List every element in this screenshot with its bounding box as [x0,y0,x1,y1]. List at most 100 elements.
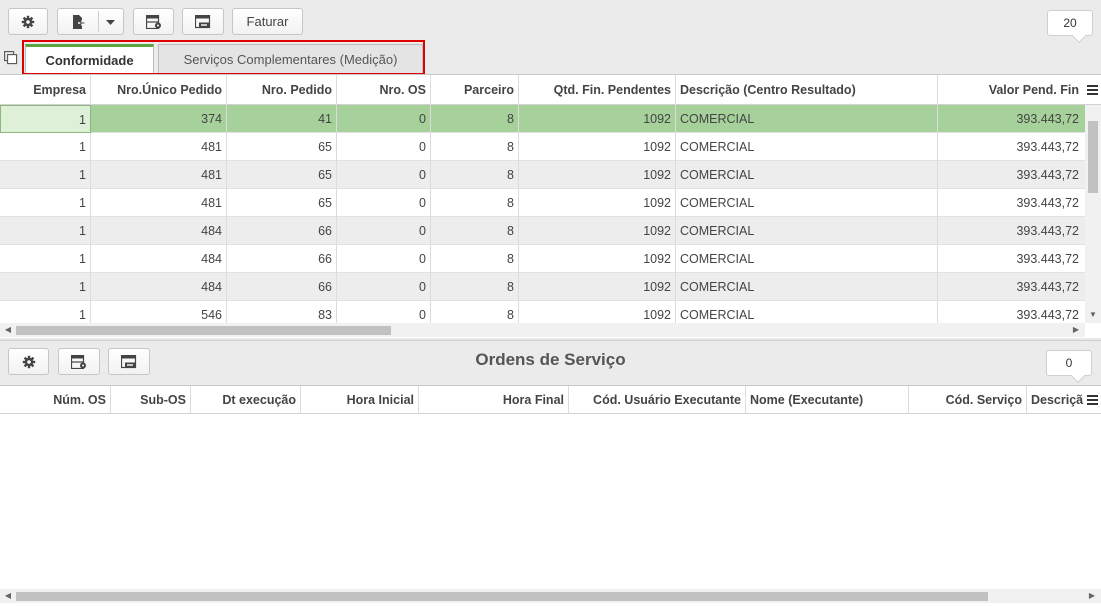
cell-nro-pedido[interactable]: 65 [227,189,337,217]
cell-nro-pedido[interactable]: 65 [227,161,337,189]
table-row[interactable]: 1 481 65 0 8 1092 COMERCIAL 393.443,72 [0,161,1085,189]
col-valor-pend-fin[interactable]: Valor Pend. Fin [938,75,1083,105]
cell-empresa[interactable]: 1 [0,217,91,245]
cell-nro-pedido[interactable]: 66 [227,273,337,301]
cell-nro-unico-pedido[interactable]: 374 [91,105,227,133]
cell-qtd-fin-pendentes[interactable]: 1092 [519,245,676,273]
cell-nro-pedido[interactable]: 66 [227,217,337,245]
cell-descricao[interactable]: COMERCIAL [676,189,938,217]
cell-descricao[interactable]: COMERCIAL [676,105,938,133]
col-nro-pedido[interactable]: Nro. Pedido [227,75,337,105]
column-menu-icon[interactable] [1086,393,1100,407]
configure-grid-button[interactable] [133,8,174,35]
col-nro-unico-pedido[interactable]: Nro.Único Pedido [91,75,227,105]
cell-parceiro[interactable]: 8 [431,161,519,189]
cell-descricao[interactable]: COMERCIAL [676,217,938,245]
col-sub-os[interactable]: Sub-OS [111,386,191,414]
scroll-right-arrow-icon[interactable]: ▶ [1086,590,1098,602]
cell-parceiro[interactable]: 8 [431,245,519,273]
cell-valor-pend-fin[interactable]: 393.443,72 [938,161,1083,189]
cell-descricao[interactable]: COMERCIAL [676,161,938,189]
cell-empresa[interactable]: 1 [0,133,91,161]
horizontal-scroll-thumb[interactable] [16,592,988,601]
copy-icon[interactable] [4,51,18,65]
col-qtd-fin-pendentes[interactable]: Qtd. Fin. Pendentes [519,75,676,105]
cell-nro-unico-pedido[interactable]: 484 [91,245,227,273]
cell-qtd-fin-pendentes[interactable]: 1092 [519,189,676,217]
cell-parceiro[interactable]: 8 [431,133,519,161]
settings-button[interactable] [8,8,48,35]
cell-descricao[interactable]: COMERCIAL [676,133,938,161]
scroll-down-arrow-icon[interactable]: ▼ [1087,309,1099,321]
col-hora-inicial[interactable]: Hora Inicial [301,386,419,414]
cell-qtd-fin-pendentes[interactable]: 1092 [519,217,676,245]
col-parceiro[interactable]: Parceiro [431,75,519,105]
cell-empresa[interactable]: 1 [0,273,91,301]
col-nro-os[interactable]: Nro. OS [337,75,431,105]
col-hora-final[interactable]: Hora Final [419,386,569,414]
cell-nro-os[interactable]: 0 [337,161,431,189]
cell-parceiro[interactable]: 8 [431,217,519,245]
col-cod-usuario-executante[interactable]: Cód. Usuário Executante [569,386,746,414]
cell-nro-os[interactable]: 0 [337,217,431,245]
table-row[interactable]: 1 484 66 0 8 1092 COMERCIAL 393.443,72 [0,245,1085,273]
cell-nro-os[interactable]: 0 [337,273,431,301]
cell-valor-pend-fin[interactable]: 393.443,72 [938,105,1083,133]
cell-nro-os[interactable]: 0 [337,189,431,217]
cell-nro-unico-pedido[interactable]: 484 [91,217,227,245]
scroll-left-arrow-icon[interactable]: ◀ [2,590,14,602]
cell-nro-os[interactable]: 0 [337,133,431,161]
scroll-right-arrow-icon[interactable]: ▶ [1070,324,1082,336]
cell-nro-os[interactable]: 0 [337,245,431,273]
cell-empresa[interactable]: 1 [0,161,91,189]
col-cod-servico[interactable]: Cód. Serviço [909,386,1027,414]
cell-nro-unico-pedido[interactable]: 481 [91,161,227,189]
cell-nro-os[interactable]: 0 [337,105,431,133]
cell-descricao[interactable]: COMERCIAL [676,273,938,301]
cell-valor-pend-fin[interactable]: 393.443,72 [938,245,1083,273]
cell-qtd-fin-pendentes[interactable]: 1092 [519,133,676,161]
cell-empresa[interactable]: 1 [0,245,91,273]
table-row[interactable]: 1 484 66 0 8 1092 COMERCIAL 393.443,72 [0,273,1085,301]
cell-nro-pedido[interactable]: 65 [227,133,337,161]
cell-qtd-fin-pendentes[interactable]: 1092 [519,161,676,189]
column-menu-icon[interactable] [1086,83,1100,97]
col-empresa[interactable]: Empresa [0,75,91,105]
vertical-scroll-thumb[interactable] [1088,121,1098,193]
col-dt-execucao[interactable]: Dt execução [191,386,301,414]
remove-grid-button[interactable] [182,8,224,35]
cell-valor-pend-fin[interactable]: 393.443,72 [938,217,1083,245]
col-descricao[interactable]: Descriçã [1027,386,1085,414]
cell-nro-unico-pedido[interactable]: 484 [91,273,227,301]
table-row[interactable]: 1 481 65 0 8 1092 COMERCIAL 393.443,72 [0,189,1085,217]
cell-nro-pedido[interactable]: 66 [227,245,337,273]
horizontal-scroll-thumb[interactable] [16,326,391,335]
cell-valor-pend-fin[interactable]: 393.443,72 [938,273,1083,301]
cell-parceiro[interactable]: 8 [431,189,519,217]
tab-servicos-complementares[interactable]: Serviços Complementares (Medição) [158,44,423,74]
cell-qtd-fin-pendentes[interactable]: 1092 [519,273,676,301]
grid-vertical-scrollbar[interactable]: ▼ [1085,105,1101,323]
col-descricao-centro-resultado[interactable]: Descrição (Centro Resultado) [676,75,938,105]
export-dropdown-button[interactable] [57,8,124,35]
cell-empresa[interactable]: 1 [0,105,91,133]
cell-parceiro[interactable]: 8 [431,273,519,301]
table-row[interactable]: 1 484 66 0 8 1092 COMERCIAL 393.443,72 [0,217,1085,245]
tab-conformidade[interactable]: Conformidade [25,44,154,74]
cell-empresa[interactable]: 1 [0,189,91,217]
cell-nro-unico-pedido[interactable]: 481 [91,189,227,217]
cell-nro-pedido[interactable]: 41 [227,105,337,133]
cell-parceiro[interactable]: 8 [431,105,519,133]
cell-qtd-fin-pendentes[interactable]: 1092 [519,105,676,133]
cell-nro-unico-pedido[interactable]: 481 [91,133,227,161]
col-num-os[interactable]: Núm. OS [0,386,111,414]
table-row[interactable]: 1 481 65 0 8 1092 COMERCIAL 393.443,72 [0,133,1085,161]
col-nome-executante[interactable]: Nome (Executante) [746,386,909,414]
table-row[interactable]: 1 374 41 0 8 1092 COMERCIAL 393.443,72 [0,105,1085,133]
cell-valor-pend-fin[interactable]: 393.443,72 [938,133,1083,161]
grid-horizontal-scrollbar[interactable]: ◀ ▶ [0,323,1085,337]
cell-descricao[interactable]: COMERCIAL [676,245,938,273]
scroll-left-arrow-icon[interactable]: ◀ [2,324,14,336]
cell-valor-pend-fin[interactable]: 393.443,72 [938,189,1083,217]
faturar-button[interactable]: Faturar [232,8,303,35]
